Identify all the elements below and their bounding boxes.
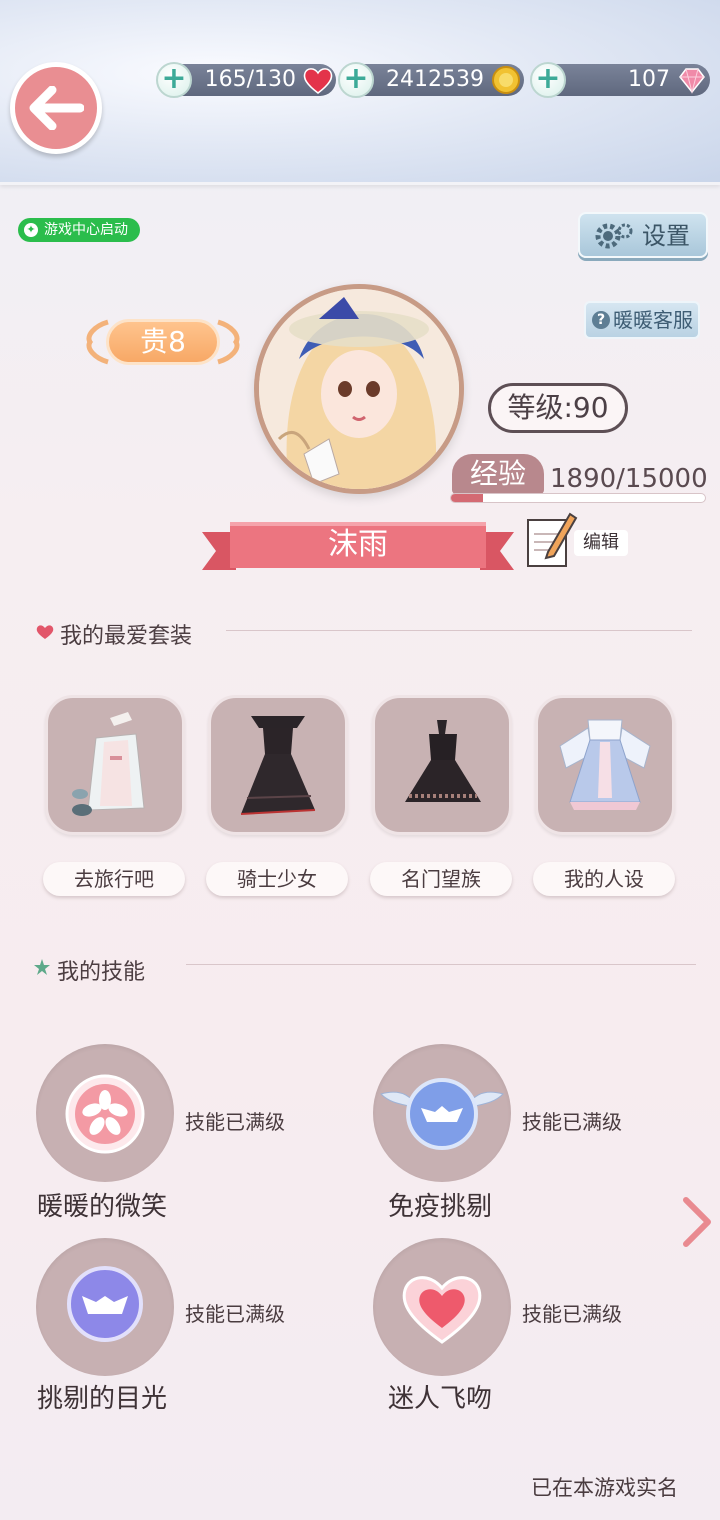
outfit-label-persona[interactable]: 我的人设 <box>533 862 675 896</box>
heart-icon <box>303 68 333 94</box>
heart-icon <box>402 1276 482 1344</box>
outfit-label-knight[interactable]: 骑士少女 <box>206 862 348 896</box>
vip-label: 贵8 <box>106 319 220 365</box>
knight-dress-icon <box>240 716 316 815</box>
skill-immune[interactable] <box>373 1044 511 1182</box>
skill-name: 迷人飞吻 <box>388 1384 493 1414</box>
level-pill: 等级:90 <box>488 383 628 433</box>
winged-mask-icon <box>380 1078 504 1150</box>
noble-dress-icon <box>405 720 481 802</box>
player-name-ribbon: 沫雨 <box>202 518 514 576</box>
settings-button[interactable]: 设置 <box>578 212 708 258</box>
stamina-value: 165/130 <box>204 67 296 92</box>
favorites-section-title: 我的最爱套装 <box>60 624 193 649</box>
gold-coin-icon <box>492 66 520 94</box>
outfit-card-knight[interactable] <box>208 695 348 835</box>
skills-section-title: 我的技能 <box>57 960 146 985</box>
outfit-card-noble[interactable] <box>372 695 512 835</box>
coin-value: 2412539 <box>386 67 484 92</box>
vip-badge[interactable]: 贵8 <box>84 316 242 368</box>
gear-icon <box>595 223 633 249</box>
exp-progress-bar <box>450 493 706 503</box>
exp-label: 经验 <box>452 454 544 494</box>
heart-bullet-icon <box>36 625 54 639</box>
edit-label: 编辑 <box>574 530 628 556</box>
travel-outfit-icon <box>72 712 145 816</box>
skill-status: 技能已满级 <box>522 1302 622 1326</box>
add-coins-button[interactable]: + <box>338 62 374 98</box>
help-icon: ? <box>592 311 610 329</box>
settings-label: 设置 <box>642 222 690 250</box>
add-diamonds-button[interactable]: + <box>530 62 566 98</box>
skill-name: 挑剔的目光 <box>37 1384 168 1414</box>
exp-value: 1890/15000 <box>550 464 708 494</box>
game-center-label: 游戏中心启动 <box>44 222 128 238</box>
add-stamina-button[interactable]: + <box>156 62 192 98</box>
realname-notice: 已在本游戏实名 <box>531 1476 678 1500</box>
outfit-label-noble[interactable]: 名门望族 <box>370 862 512 896</box>
skills-divider <box>186 964 696 965</box>
pink-diamond-icon <box>679 68 705 94</box>
outfit-card-travel[interactable] <box>45 695 185 835</box>
diamond-value: 107 <box>628 67 670 92</box>
back-button[interactable] <box>10 62 102 154</box>
service-label: 暖暖客服 <box>613 308 693 332</box>
edit-name-button[interactable]: 编辑 <box>524 508 634 570</box>
mask-icon <box>67 1266 143 1342</box>
diamond-counter: + 107 <box>530 62 710 98</box>
customer-service-button[interactable]: ? 暖暖客服 <box>584 301 700 339</box>
player-name: 沫雨 <box>328 527 388 562</box>
outfit-label-travel[interactable]: 去旅行吧 <box>43 862 185 896</box>
skill-status: 技能已满级 <box>522 1110 622 1134</box>
game-center-badge[interactable]: ✦ 游戏中心启动 <box>18 218 140 242</box>
star-bullet-icon <box>34 959 50 975</box>
avatar-portrait-icon <box>259 289 459 489</box>
favorites-divider <box>226 630 692 631</box>
exp-progress-fill <box>451 494 483 502</box>
sakura-icon <box>65 1074 145 1154</box>
game-center-icon: ✦ <box>24 223 38 237</box>
stamina-counter: + 165/130 <box>156 62 336 98</box>
skill-charming-kiss[interactable] <box>373 1238 511 1376</box>
skill-status: 技能已满级 <box>185 1302 285 1326</box>
skill-smile[interactable] <box>36 1044 174 1182</box>
back-arrow-icon <box>29 86 84 130</box>
skill-status: 技能已满级 <box>185 1110 285 1134</box>
coin-counter: + 2412539 <box>338 62 524 98</box>
skill-name: 暖暖的微笑 <box>37 1192 168 1222</box>
skill-critical-gaze[interactable] <box>36 1238 174 1376</box>
skill-name: 免疫挑剔 <box>388 1192 493 1222</box>
avatar[interactable] <box>254 284 464 494</box>
outfit-card-persona[interactable] <box>535 695 675 835</box>
persona-dress-icon <box>559 719 651 810</box>
chevron-right-icon[interactable] <box>680 1196 714 1248</box>
